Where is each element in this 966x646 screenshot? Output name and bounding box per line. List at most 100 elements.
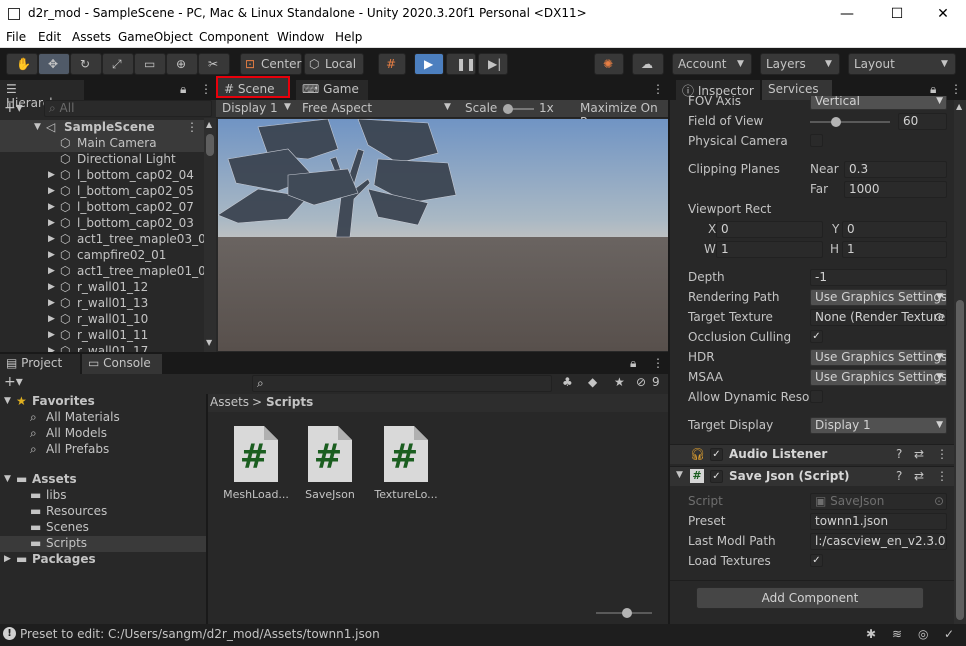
- menu-file[interactable]: File: [6, 30, 26, 44]
- list-item[interactable]: ▶ ⬡ l_bottom_cap02_04: [0, 168, 204, 184]
- near-field[interactable]: 0.3: [844, 161, 947, 178]
- asset-tile[interactable]: # TextureLo...: [368, 426, 444, 506]
- maximize-button[interactable]: ☐: [886, 4, 908, 24]
- list-item[interactable]: ▬ Scenes: [0, 520, 206, 536]
- scroll-up-icon[interactable]: ▲: [206, 120, 212, 129]
- list-item[interactable]: ▶ ⬡ l_bottom_cap02_07: [0, 200, 204, 216]
- tab-hierarchy[interactable]: ☰ Hierarchy: [0, 80, 84, 110]
- lock-icon[interactable]: 🔒︎: [180, 82, 186, 97]
- expand-icon[interactable]: ▶: [48, 202, 55, 212]
- y-field[interactable]: 0: [842, 221, 947, 238]
- target-texture-field[interactable]: None (Render Texture) ⊙: [810, 309, 947, 326]
- list-item[interactable]: ⬡ Main Camera: [0, 136, 204, 152]
- asset-tile[interactable]: # SaveJson: [292, 426, 368, 506]
- tab-project[interactable]: ▤ Project: [0, 354, 80, 374]
- grid-snap-button[interactable]: #: [378, 53, 406, 75]
- x-field[interactable]: 0: [716, 221, 823, 238]
- menu-window[interactable]: Window: [277, 30, 324, 44]
- cloud-button[interactable]: ☁: [632, 53, 664, 75]
- rect-tool-button[interactable]: ▭: [134, 53, 166, 75]
- tab-console[interactable]: ▭ Console: [82, 354, 162, 374]
- custom-tool-button[interactable]: ✂: [198, 53, 230, 75]
- more-options-icon[interactable]: ⋮: [936, 447, 948, 461]
- list-item[interactable]: ▶ ⬡ r_wall01_10: [0, 312, 204, 328]
- expand-icon[interactable]: ▶: [4, 554, 11, 564]
- minimize-button[interactable]: —: [836, 4, 858, 24]
- expand-icon[interactable]: ▼: [4, 474, 11, 484]
- more-options-icon[interactable]: ⋮: [186, 120, 198, 134]
- help-icon[interactable]: ?: [896, 469, 902, 483]
- w-field[interactable]: 1: [716, 241, 823, 258]
- expand-icon[interactable]: ▶: [48, 314, 55, 324]
- hidden-packages-icon[interactable]: ⊘: [636, 375, 646, 389]
- inspector-scrollbar[interactable]: ▲: [954, 100, 966, 624]
- far-field[interactable]: 1000: [844, 181, 947, 198]
- list-item[interactable]: ⬡ Directional Light: [0, 152, 204, 168]
- expand-icon[interactable]: ▶: [48, 330, 55, 340]
- last-model-path-field[interactable]: l:/cascview_en_v2.3.0.2: [810, 533, 947, 550]
- move-tool-button[interactable]: ✥: [38, 53, 70, 75]
- fov-value-field[interactable]: 60: [898, 113, 947, 130]
- more-options-icon[interactable]: ⋮: [652, 356, 664, 370]
- hdr-dropdown[interactable]: Use Graphics Settings ▼: [810, 349, 947, 366]
- list-item[interactable]: ▬ Resources: [0, 504, 206, 520]
- assets-row[interactable]: ▼ ▬ Assets: [0, 472, 206, 488]
- occlusion-culling-checkbox[interactable]: ✓: [810, 330, 823, 343]
- rendering-path-dropdown[interactable]: Use Graphics Settings ▼: [810, 289, 947, 306]
- more-options-icon[interactable]: ⋮: [950, 82, 962, 96]
- expand-icon[interactable]: ▼: [4, 396, 11, 406]
- favorites-row[interactable]: ▼ ★ Favorites: [0, 394, 206, 410]
- account-dropdown[interactable]: Account ▼: [672, 53, 752, 75]
- transform-tool-button[interactable]: ⊕: [166, 53, 198, 75]
- display-dropdown[interactable]: Display 1 ▼: [218, 100, 296, 118]
- hierarchy-search-input[interactable]: ⌕ All: [44, 100, 212, 117]
- scroll-down-icon[interactable]: ▼: [206, 338, 212, 347]
- space-toggle-button[interactable]: ⬡ Local: [304, 53, 364, 75]
- pause-button[interactable]: ❚❚: [446, 53, 476, 75]
- fov-axis-dropdown[interactable]: Vertical ▼: [810, 96, 947, 110]
- menu-help[interactable]: Help: [335, 30, 362, 44]
- expand-icon[interactable]: ▶: [48, 234, 55, 244]
- add-icon[interactable]: +▾: [4, 374, 23, 390]
- more-options-icon[interactable]: ⋮: [200, 82, 212, 96]
- tab-game[interactable]: ⌨ Game: [296, 80, 368, 100]
- scroll-up-icon[interactable]: ▲: [956, 102, 962, 111]
- menu-assets[interactable]: Assets: [72, 30, 111, 44]
- list-item[interactable]: ▶ ⬡ r_wall01_13: [0, 296, 204, 312]
- preset-icon[interactable]: ⇄: [914, 469, 924, 483]
- preset-field[interactable]: townn1.json: [810, 513, 947, 530]
- layers-dropdown[interactable]: Layers ▼: [760, 53, 840, 75]
- list-item[interactable]: ▬ Scripts: [0, 536, 206, 552]
- project-search-input[interactable]: ⌕: [252, 375, 552, 392]
- expand-icon[interactable]: ▶: [48, 346, 55, 352]
- target-display-dropdown[interactable]: Display 1 ▼: [810, 417, 947, 434]
- status-message[interactable]: Preset to edit: C:/Users/sangm/d2r_mod/A…: [20, 627, 380, 641]
- breadcrumb-scripts[interactable]: Scripts: [266, 395, 313, 409]
- expand-icon[interactable]: ▶: [48, 218, 55, 228]
- hand-tool-button[interactable]: ✋: [6, 53, 38, 75]
- list-item[interactable]: ▬ libs: [0, 488, 206, 504]
- game-viewport[interactable]: [218, 119, 668, 351]
- list-item[interactable]: ⌕ All Prefabs: [0, 442, 206, 458]
- rotate-tool-button[interactable]: ↻: [70, 53, 102, 75]
- play-button[interactable]: ▶: [414, 53, 444, 75]
- collab-button[interactable]: ✺: [594, 53, 624, 75]
- save-json-enabled-checkbox[interactable]: ✓: [710, 470, 723, 483]
- add-component-button[interactable]: Add Component: [696, 587, 924, 609]
- step-button[interactable]: ▶|: [478, 53, 508, 75]
- aspect-dropdown[interactable]: Free Aspect ▼: [298, 100, 458, 118]
- object-picker-icon[interactable]: ⊙: [934, 310, 944, 325]
- expand-icon[interactable]: ▶: [48, 170, 55, 180]
- save-json-header[interactable]: ▼ # ✓ Save Json (Script) ? ⇄ ⋮: [670, 466, 954, 486]
- fov-slider-thumb[interactable]: [831, 117, 842, 127]
- asset-tile[interactable]: # MeshLoad...: [218, 426, 294, 506]
- expand-icon[interactable]: ▶: [48, 186, 55, 196]
- icon-size-slider[interactable]: [596, 608, 652, 618]
- progress-icon[interactable]: ✓: [944, 627, 954, 641]
- menu-edit[interactable]: Edit: [38, 30, 61, 44]
- audio-listener-enabled-checkbox[interactable]: ✓: [710, 448, 723, 461]
- list-item[interactable]: ▶ ⬡ r_wall01_12: [0, 280, 204, 296]
- h-field[interactable]: 1: [842, 241, 947, 258]
- list-item[interactable]: ▶ ⬡ act1_tree_maple01_07: [0, 264, 204, 280]
- scrollbar-thumb[interactable]: [956, 300, 964, 620]
